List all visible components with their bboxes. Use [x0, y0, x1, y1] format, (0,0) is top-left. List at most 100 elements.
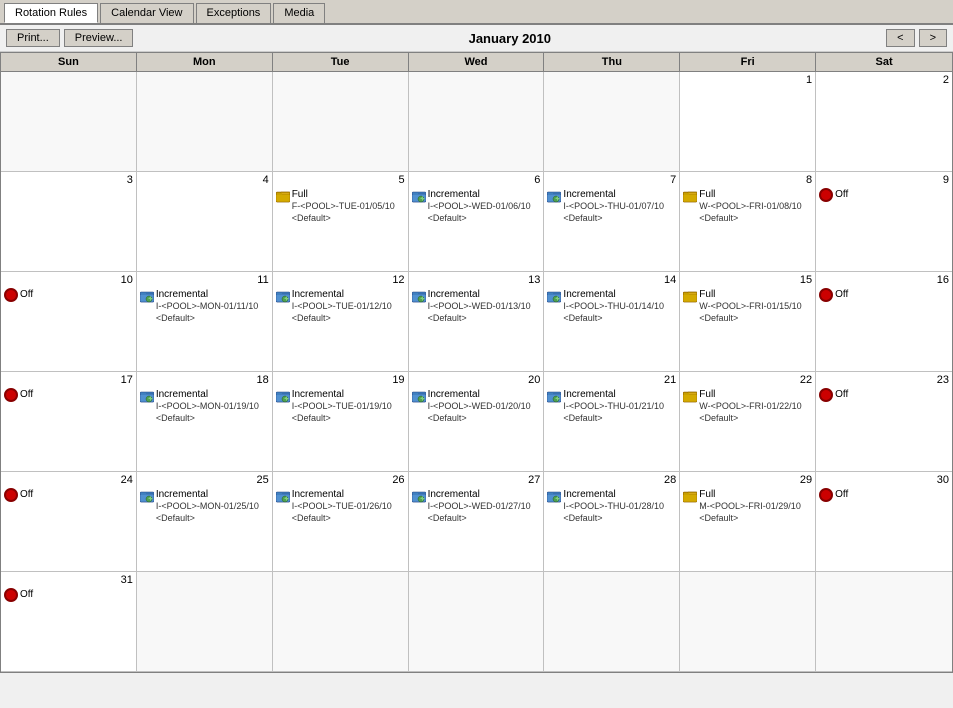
day-number: 17 — [4, 374, 133, 386]
cal-cell: 5 FullF-<POOL>-TUE-01/05/10 <Default> — [273, 172, 409, 272]
off-icon — [819, 488, 833, 502]
calendar-event[interactable]: IncrementalI-<POOL>-THU-01/07/10 <Defaul… — [547, 188, 676, 224]
day-number: 22 — [683, 374, 812, 386]
cal-cell: 17 Off — [1, 372, 137, 472]
day-number: 29 — [683, 474, 812, 486]
event-label: Incremental — [563, 388, 664, 401]
calendar-event[interactable]: Off — [4, 388, 133, 402]
cal-cell: 27 IncrementalI-<POOL>-WED-01/27/10 <Def… — [409, 472, 545, 572]
off-icon — [4, 488, 18, 502]
calendar-event[interactable]: IncrementalI-<POOL>-THU-01/21/10 <Defaul… — [547, 388, 676, 424]
event-detail: W-<POOL>-FRI-01/08/10 <Default> — [699, 201, 801, 224]
event-text-block: IncrementalI-<POOL>-MON-01/19/10 <Defaul… — [156, 388, 259, 424]
cal-cell — [409, 72, 545, 172]
cal-cell: 2 — [816, 72, 952, 172]
event-detail: I-<POOL>-TUE-01/26/10 <Default> — [292, 501, 392, 524]
event-text-block: IncrementalI-<POOL>-MON-01/11/10 <Defaul… — [156, 288, 258, 324]
tab-exceptions[interactable]: Exceptions — [196, 3, 272, 23]
calendar-event[interactable]: IncrementalI-<POOL>-MON-01/19/10 <Defaul… — [140, 388, 269, 424]
calendar-event[interactable]: Off — [819, 488, 949, 502]
calendar-event[interactable]: Off — [819, 188, 949, 202]
calendar-event[interactable]: FullW-<POOL>-FRI-01/15/10 <Default> — [683, 288, 812, 324]
calendar-event[interactable]: FullW-<POOL>-FRI-01/22/10 <Default> — [683, 388, 812, 424]
day-number: 21 — [547, 374, 676, 386]
calendar-event[interactable]: IncrementalI-<POOL>-THU-01/14/10 <Defaul… — [547, 288, 676, 324]
tab-calendar-view[interactable]: Calendar View — [100, 3, 193, 23]
calendar-event[interactable]: IncrementalI-<POOL>-WED-01/13/10 <Defaul… — [412, 288, 541, 324]
event-label: Incremental — [563, 288, 664, 301]
day-number: 8 — [683, 174, 812, 186]
calendar-event[interactable]: IncrementalI-<POOL>-THU-01/28/10 <Defaul… — [547, 488, 676, 524]
day-header-sat: Sat — [816, 53, 952, 71]
cal-cell — [273, 572, 409, 672]
calendar-event[interactable]: IncrementalI-<POOL>-TUE-01/19/10 <Defaul… — [276, 388, 405, 424]
calendar-event[interactable]: FullF-<POOL>-TUE-01/05/10 <Default> — [276, 188, 405, 224]
event-label: Incremental — [428, 188, 531, 201]
day-header-sun: Sun — [1, 53, 137, 71]
calendar-event[interactable]: Off — [819, 288, 949, 302]
calendar-event[interactable]: IncrementalI-<POOL>-WED-01/27/10 <Defaul… — [412, 488, 541, 524]
day-number: 13 — [412, 274, 541, 286]
day-number: 27 — [412, 474, 541, 486]
calendar-event[interactable]: IncrementalI-<POOL>-TUE-01/26/10 <Defaul… — [276, 488, 405, 524]
prev-month-button[interactable]: < — [886, 29, 914, 47]
incremental-icon — [276, 389, 290, 403]
event-text-block: IncrementalI-<POOL>-WED-01/13/10 <Defaul… — [428, 288, 531, 324]
event-label: Off — [835, 288, 848, 301]
cal-cell: 28 IncrementalI-<POOL>-THU-01/28/10 <Def… — [544, 472, 680, 572]
day-number: 3 — [4, 174, 133, 186]
print-button[interactable]: Print... — [6, 29, 60, 47]
calendar-event[interactable]: FullM-<POOL>-FRI-01/29/10 <Default> — [683, 488, 812, 524]
event-detail: I-<POOL>-THU-01/28/10 <Default> — [563, 501, 664, 524]
event-detail: I-<POOL>-TUE-01/19/10 <Default> — [292, 401, 392, 424]
event-label: Incremental — [563, 188, 664, 201]
calendar-event[interactable]: Off — [4, 288, 133, 302]
event-label: Incremental — [156, 288, 258, 301]
calendar-event[interactable]: IncrementalI-<POOL>-WED-01/06/10 <Defaul… — [412, 188, 541, 224]
calendar-event[interactable]: IncrementalI-<POOL>-MON-01/11/10 <Defaul… — [140, 288, 269, 324]
calendar-event[interactable]: Off — [4, 588, 133, 602]
calendar-event[interactable]: Off — [819, 388, 949, 402]
calendar-event[interactable]: Off — [4, 488, 133, 502]
full-icon — [683, 489, 697, 503]
day-number: 30 — [819, 474, 949, 486]
cal-cell: 30 Off — [816, 472, 952, 572]
day-number: 31 — [4, 574, 133, 586]
tab-rotation-rules[interactable]: Rotation Rules — [4, 3, 98, 23]
cal-cell: 12 IncrementalI-<POOL>-TUE-01/12/10 <Def… — [273, 272, 409, 372]
full-icon — [683, 189, 697, 203]
event-detail: I-<POOL>-WED-01/06/10 <Default> — [428, 201, 531, 224]
cal-cell: 11 IncrementalI-<POOL>-MON-01/11/10 <Def… — [137, 272, 273, 372]
event-text-block: IncrementalI-<POOL>-TUE-01/12/10 <Defaul… — [292, 288, 392, 324]
event-label: Incremental — [292, 288, 392, 301]
preview-button[interactable]: Preview... — [64, 29, 134, 47]
cal-cell — [544, 572, 680, 672]
off-icon — [4, 388, 18, 402]
incremental-icon — [276, 489, 290, 503]
tab-media[interactable]: Media — [273, 3, 325, 23]
day-number: 2 — [819, 74, 949, 86]
cal-cell — [137, 72, 273, 172]
cal-cell: 1 — [680, 72, 816, 172]
event-text-block: IncrementalI-<POOL>-MON-01/25/10 <Defaul… — [156, 488, 259, 524]
event-label: Full — [699, 188, 801, 201]
day-number: 10 — [4, 274, 133, 286]
calendar-event[interactable]: FullW-<POOL>-FRI-01/08/10 <Default> — [683, 188, 812, 224]
event-label: Incremental — [428, 488, 531, 501]
cal-cell — [816, 572, 952, 672]
event-label: Off — [835, 388, 848, 401]
calendar-event[interactable]: IncrementalI-<POOL>-WED-01/20/10 <Defaul… — [412, 388, 541, 424]
calendar-event[interactable]: IncrementalI-<POOL>-TUE-01/12/10 <Defaul… — [276, 288, 405, 324]
event-text-block: FullM-<POOL>-FRI-01/29/10 <Default> — [699, 488, 801, 524]
cal-cell: 15 FullW-<POOL>-FRI-01/15/10 <Default> — [680, 272, 816, 372]
calendar-event[interactable]: IncrementalI-<POOL>-MON-01/25/10 <Defaul… — [140, 488, 269, 524]
next-month-button[interactable]: > — [919, 29, 947, 47]
cal-cell: 19 IncrementalI-<POOL>-TUE-01/19/10 <Def… — [273, 372, 409, 472]
day-header-tue: Tue — [273, 53, 409, 71]
cal-cell — [680, 572, 816, 672]
event-label: Incremental — [563, 488, 664, 501]
day-header-wed: Wed — [409, 53, 545, 71]
incremental-icon — [547, 489, 561, 503]
cal-cell: 6 IncrementalI-<POOL>-WED-01/06/10 <Defa… — [409, 172, 545, 272]
event-label: Off — [835, 188, 848, 201]
